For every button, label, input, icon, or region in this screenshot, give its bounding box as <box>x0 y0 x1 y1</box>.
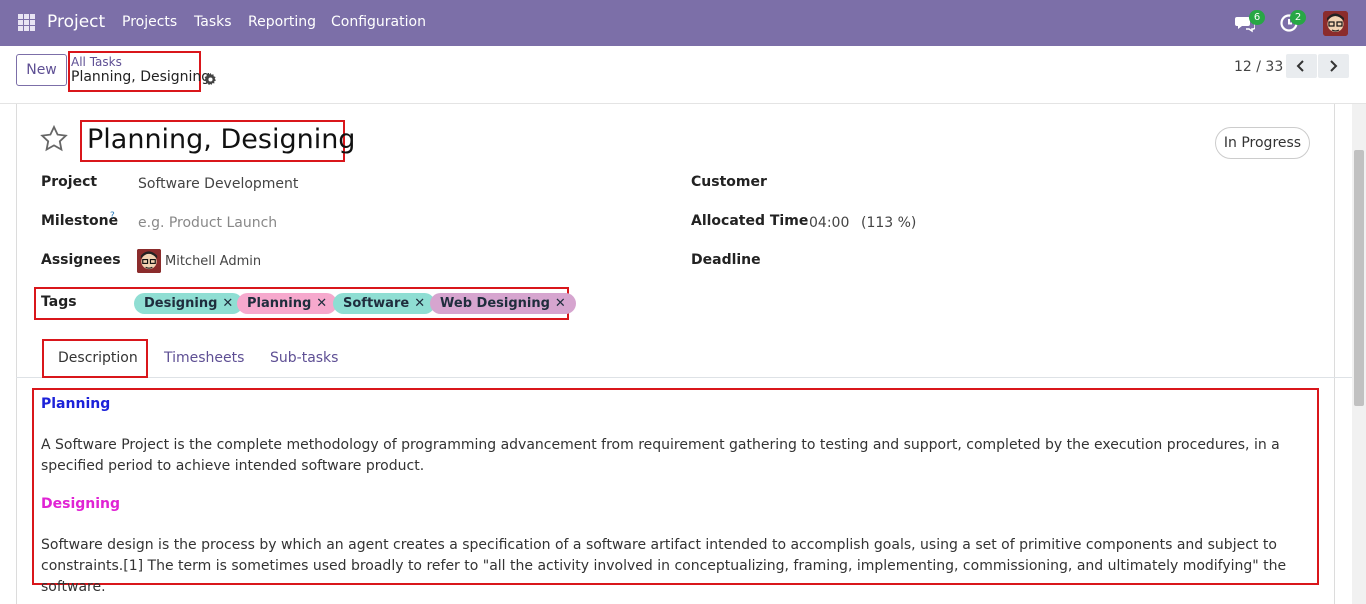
allocated-time-percent: (113 %) <box>861 215 917 231</box>
remove-tag-icon[interactable]: ✕ <box>316 296 327 311</box>
milestone-help-icon[interactable]: ? <box>110 211 115 221</box>
project-label: Project <box>41 174 98 190</box>
apps-menu-icon[interactable] <box>18 14 35 31</box>
remove-tag-icon[interactable]: ✕ <box>555 296 566 311</box>
task-title[interactable]: Planning, Designing <box>87 124 355 155</box>
pager-value[interactable]: 12 / 33 <box>1234 59 1283 75</box>
assignees-label: Assignees <box>41 252 121 268</box>
assignee-name[interactable]: Mitchell Admin <box>165 254 261 269</box>
pager-previous-button[interactable] <box>1286 54 1317 78</box>
allocated-time-label: Allocated Time <box>691 213 809 229</box>
nav-tasks[interactable]: Tasks <box>194 14 232 30</box>
app-name[interactable]: Project <box>47 12 105 32</box>
scrollbar-thumb[interactable] <box>1354 150 1364 406</box>
control-panel: New All Tasks Planning, Designing 12 / 3… <box>0 46 1366 104</box>
tab-sub-tasks[interactable]: Sub-tasks <box>270 350 338 366</box>
tag-planning: Planning ✕ <box>237 293 338 314</box>
activities-count-badge: 2 <box>1290 10 1306 25</box>
tab-description[interactable]: Description <box>58 350 138 366</box>
milestone-input[interactable]: e.g. Product Launch <box>138 215 277 231</box>
user-avatar[interactable] <box>1323 11 1348 36</box>
status-button[interactable]: In Progress <box>1215 127 1310 159</box>
customer-label: Customer <box>691 174 767 190</box>
description-paragraph-designing[interactable]: Software design is the process by which … <box>41 535 1311 598</box>
tab-timesheets[interactable]: Timesheets <box>164 350 244 366</box>
tag-software: Software ✕ <box>333 293 436 314</box>
top-navbar: Project Projects Tasks Reporting Configu… <box>0 0 1366 46</box>
tag-web-designing: Web Designing ✕ <box>430 293 576 314</box>
new-button[interactable]: New <box>16 54 67 86</box>
pager-next-button[interactable] <box>1318 54 1349 78</box>
description-paragraph-planning[interactable]: A Software Project is the complete metho… <box>41 435 1311 477</box>
nav-projects[interactable]: Projects <box>122 14 177 30</box>
tags-label: Tags <box>41 294 77 310</box>
star-icon[interactable] <box>40 124 68 153</box>
nav-reporting[interactable]: Reporting <box>248 14 316 30</box>
remove-tag-icon[interactable]: ✕ <box>222 296 233 311</box>
milestone-label: Milestone <box>41 213 119 229</box>
deadline-label: Deadline <box>691 252 761 268</box>
breadcrumb-current: Planning, Designing <box>71 69 211 85</box>
project-field[interactable]: Software Development <box>138 176 298 192</box>
messages-count-badge: 6 <box>1249 10 1265 25</box>
description-heading-designing: Designing <box>41 496 121 512</box>
tabs-divider <box>16 377 1352 378</box>
remove-tag-icon[interactable]: ✕ <box>414 296 425 311</box>
breadcrumb-all-tasks[interactable]: All Tasks <box>71 55 122 69</box>
tag-designing: Designing ✕ <box>134 293 244 314</box>
nav-configuration[interactable]: Configuration <box>331 14 426 30</box>
description-heading-planning: Planning <box>41 396 111 412</box>
assignee-avatar <box>137 249 161 273</box>
allocated-time-input[interactable]: 04:00 <box>809 215 849 231</box>
gear-icon[interactable] <box>204 71 217 86</box>
